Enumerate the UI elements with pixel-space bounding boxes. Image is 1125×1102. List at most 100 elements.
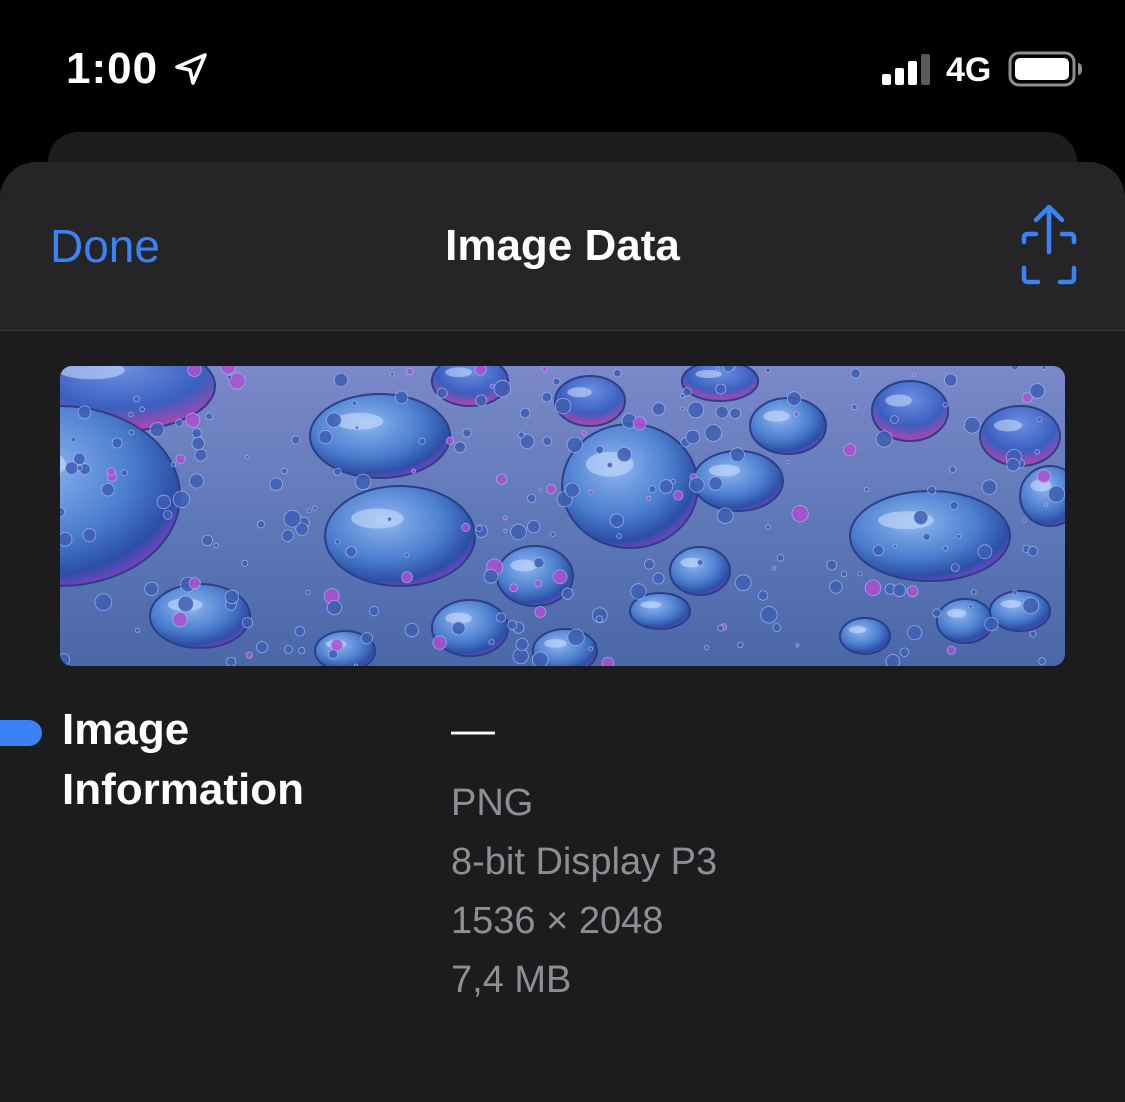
- droplet-dot: [829, 580, 843, 594]
- droplet-dot: [564, 482, 580, 498]
- droplet-dot: [949, 500, 959, 510]
- droplet-dot: [715, 366, 720, 371]
- droplet-dot: [757, 590, 769, 601]
- droplet-dot: [942, 545, 949, 552]
- droplet-dot: [550, 531, 556, 537]
- droplet-dot: [517, 431, 525, 439]
- droplet-dot: [616, 533, 622, 539]
- droplet-dot: [630, 583, 647, 600]
- droplet-dot: [162, 510, 173, 520]
- droplet-dot: [840, 570, 848, 578]
- droplet-dot: [172, 611, 188, 628]
- droplet-dot: [205, 412, 214, 420]
- droplet-dot: [609, 513, 625, 528]
- info-list: PNG 8-bit Display P3 1536 × 2048 7,4 MB: [451, 774, 717, 1010]
- droplet-dot: [170, 461, 176, 468]
- droplet-dot: [156, 494, 172, 510]
- droplet-dot: [503, 528, 508, 533]
- droplet-dot: [644, 559, 655, 570]
- droplet-dot: [984, 617, 999, 632]
- droplet-dot: [946, 645, 956, 655]
- droplet-dot: [680, 406, 685, 411]
- droplet-dot: [1006, 458, 1020, 472]
- droplet-dot: [670, 478, 676, 484]
- droplet-dot: [826, 559, 838, 571]
- droplet-dot: [932, 608, 942, 618]
- droplet-dot: [294, 626, 306, 637]
- droplet-dot: [241, 559, 249, 567]
- droplet-highlight: [946, 608, 967, 618]
- droplet-dot: [581, 430, 587, 436]
- droplet-dot: [907, 625, 923, 641]
- droplet-shape: [669, 546, 731, 596]
- droplet-highlight: [510, 559, 537, 572]
- droplet-dot: [191, 436, 205, 451]
- droplet-dot: [94, 593, 113, 612]
- droplet-highlight: [885, 394, 912, 407]
- sheet-title: Image Data: [445, 221, 680, 270]
- location-arrow-icon: [175, 53, 207, 85]
- droplet-dot: [646, 495, 652, 501]
- droplet-dot: [786, 391, 802, 406]
- droplet-dot: [857, 571, 863, 577]
- droplet-dot: [771, 565, 777, 571]
- droplet-dot: [283, 510, 302, 528]
- droplet-highlight: [695, 370, 722, 378]
- droplet-dot: [245, 455, 250, 460]
- droplet-dot: [687, 401, 705, 419]
- droplet-dot: [704, 424, 722, 442]
- droplet-dot: [139, 406, 145, 413]
- droplet-dot: [474, 366, 487, 376]
- droplet-dot: [890, 415, 899, 424]
- droplet-dot: [944, 373, 958, 387]
- droplet-dot: [1047, 485, 1065, 503]
- droplet-dot: [765, 524, 771, 530]
- droplet-highlight: [708, 464, 741, 477]
- format-value: PNG: [451, 782, 534, 824]
- droplet-dot: [269, 477, 283, 491]
- droplet-dot: [851, 403, 858, 411]
- navigation-bar: Done Image Data: [0, 162, 1125, 331]
- droplet-dot: [704, 645, 710, 651]
- droplet-dot: [245, 651, 253, 659]
- droplet-dot: [534, 579, 542, 588]
- droplet-dot: [729, 447, 745, 463]
- droplet-dot: [680, 393, 686, 399]
- droplet-dot: [527, 520, 541, 534]
- image-data-sheet: Done Image Data Image Information — PNG …: [0, 162, 1125, 1102]
- droplet-dot: [226, 656, 237, 666]
- droplet-dot: [613, 368, 622, 378]
- droplet-dot: [708, 476, 723, 491]
- battery-icon: [1008, 51, 1082, 87]
- droplet-dot: [194, 448, 208, 462]
- droplet-dot: [488, 639, 495, 646]
- droplet-dot: [729, 407, 742, 420]
- share-icon[interactable]: [1016, 202, 1082, 288]
- droplet-dot: [445, 436, 455, 446]
- droplet-dot: [968, 603, 974, 609]
- droplet-dot: [188, 577, 201, 590]
- droplet-dot: [298, 646, 306, 655]
- droplet-dot: [410, 468, 416, 474]
- droplet-dot: [1044, 502, 1049, 507]
- droplet-dot: [453, 441, 466, 454]
- droplet-dot: [632, 416, 647, 431]
- droplet-highlight: [544, 638, 567, 648]
- droplet-dot: [552, 569, 568, 585]
- droplet-dot: [64, 461, 79, 475]
- droplet-dot: [532, 651, 549, 666]
- droplet-dot: [172, 490, 191, 508]
- droplet-dot: [120, 469, 128, 477]
- droplet-highlight: [763, 410, 790, 422]
- droplet-dot: [60, 653, 71, 666]
- droplet-dot: [291, 435, 301, 445]
- color-profile-value: 8-bit Display P3: [451, 841, 718, 883]
- section-marker: [0, 720, 42, 746]
- droplet-dot: [1021, 392, 1033, 403]
- network-label: 4G: [946, 51, 992, 89]
- droplet-dot: [353, 663, 358, 666]
- droplet-dot: [70, 436, 77, 443]
- droplet-dot: [389, 372, 395, 377]
- droplet-dot: [652, 572, 665, 585]
- droplet-dot: [913, 509, 929, 525]
